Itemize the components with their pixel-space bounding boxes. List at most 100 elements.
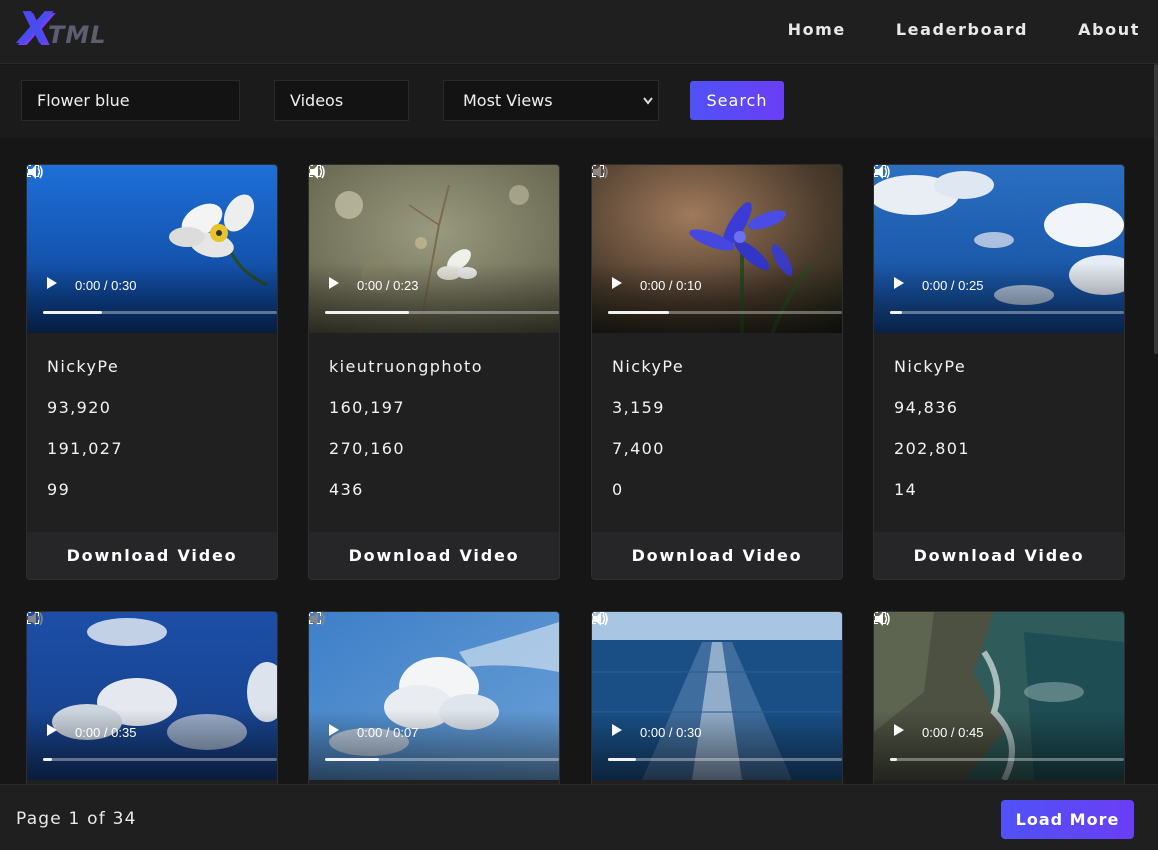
video-controls xyxy=(592,263,842,333)
video-info: NickyPe 3,159 7,400 0 xyxy=(612,357,684,521)
load-more-button[interactable]: Load More xyxy=(1001,800,1134,839)
video-card: 0:00 / 0:07 xyxy=(308,611,560,784)
sort-select[interactable]: Most Views xyxy=(443,80,659,121)
search-query-input[interactable]: Flower blue xyxy=(21,80,240,121)
play-icon[interactable] xyxy=(894,277,904,289)
video-author: kieutruongphoto xyxy=(329,357,483,376)
fullscreen-icon[interactable] xyxy=(592,165,604,177)
seek-bar[interactable] xyxy=(43,758,277,761)
video-controls xyxy=(27,710,277,780)
play-icon[interactable] xyxy=(894,724,904,736)
video-time: 0:00 / 0:30 xyxy=(75,278,137,293)
video-stat-2: 270,160 xyxy=(329,439,405,458)
video-controls xyxy=(592,710,842,780)
fullscreen-icon[interactable] xyxy=(874,612,886,624)
video-stat-1: 160,197 xyxy=(329,398,405,417)
seek-bar[interactable] xyxy=(890,758,1124,761)
nav-about-link[interactable]: About xyxy=(1078,20,1140,39)
fullscreen-icon[interactable] xyxy=(874,165,886,177)
video-player[interactable]: 0:00 / 0:10 xyxy=(592,165,842,333)
download-video-button[interactable]: Download Video xyxy=(592,532,842,579)
nav-home-link[interactable]: Home xyxy=(788,20,846,39)
logo-x-mark: X xyxy=(18,3,52,54)
fullscreen-icon[interactable] xyxy=(27,612,39,624)
seek-bar[interactable] xyxy=(43,311,277,314)
search-button[interactable]: Search xyxy=(690,81,784,120)
video-info: NickyPe 93,920 191,027 99 xyxy=(47,357,123,521)
video-time: 0:00 / 0:23 xyxy=(357,278,419,293)
search-bar: Flower blue Videos Most Views Search xyxy=(0,65,1158,138)
main-nav: Home Leaderboard About xyxy=(788,20,1140,39)
download-video-button[interactable]: Download Video xyxy=(27,532,277,579)
video-author: NickyPe xyxy=(612,357,685,376)
seek-bar[interactable] xyxy=(890,311,1124,314)
video-controls xyxy=(874,263,1124,333)
play-icon[interactable] xyxy=(329,724,339,736)
seek-bar-fill xyxy=(608,311,669,314)
seek-bar-fill xyxy=(43,311,102,314)
fullscreen-icon[interactable] xyxy=(309,165,321,177)
video-controls xyxy=(874,710,1124,780)
media-type-input[interactable]: Videos xyxy=(274,80,409,121)
video-stat-3: 0 xyxy=(612,480,624,499)
video-card: 0:00 / 0:23 kieutruongphoto 160,197 270,… xyxy=(308,164,560,580)
video-player[interactable]: 0:00 / 0:30 xyxy=(592,612,842,780)
video-card: 0:00 / 0:30 xyxy=(591,611,843,784)
video-player[interactable]: 0:00 / 0:45 xyxy=(874,612,1124,780)
download-video-button[interactable]: Download Video xyxy=(874,532,1124,579)
video-time: 0:00 / 0:07 xyxy=(357,725,419,740)
video-stat-3: 14 xyxy=(894,480,918,499)
play-icon[interactable] xyxy=(47,277,57,289)
seek-bar[interactable] xyxy=(608,311,842,314)
video-stat-2: 7,400 xyxy=(612,439,665,458)
download-video-button[interactable]: Download Video xyxy=(309,532,559,579)
page-indicator: Page 1 of 34 xyxy=(16,809,137,829)
fullscreen-icon[interactable] xyxy=(27,165,39,177)
chevron-down-icon xyxy=(642,81,654,136)
video-stat-1: 3,159 xyxy=(612,398,665,417)
video-grid: 0:00 / 0:30 NickyPe 93,920 191,027 99 Do… xyxy=(26,164,1126,784)
seek-bar-fill xyxy=(890,311,902,314)
seek-bar[interactable] xyxy=(608,758,842,761)
video-time: 0:00 / 0:35 xyxy=(75,725,137,740)
video-time: 0:00 / 0:25 xyxy=(922,278,984,293)
video-time: 0:00 / 0:30 xyxy=(640,725,702,740)
top-header: X TML Home Leaderboard About xyxy=(0,0,1158,64)
video-card: 0:00 / 0:25 NickyPe 94,836 202,801 14 Do… xyxy=(873,164,1125,580)
play-icon[interactable] xyxy=(329,277,339,289)
logo-wordmark: TML xyxy=(48,21,107,49)
video-player[interactable]: 0:00 / 0:30 xyxy=(27,165,277,333)
video-card: 0:00 / 0:30 NickyPe 93,920 191,027 99 Do… xyxy=(26,164,278,580)
app-root: X TML Home Leaderboard About Flower blue… xyxy=(0,0,1158,850)
play-icon[interactable] xyxy=(612,724,622,736)
seek-bar-fill xyxy=(890,758,898,761)
seek-bar-fill xyxy=(43,758,53,761)
video-stat-2: 202,801 xyxy=(894,439,970,458)
video-player[interactable]: 0:00 / 0:23 xyxy=(309,165,559,333)
fullscreen-icon[interactable] xyxy=(592,612,604,624)
seek-bar[interactable] xyxy=(325,758,559,761)
play-icon[interactable] xyxy=(612,277,622,289)
video-player[interactable]: 0:00 / 0:25 xyxy=(874,165,1124,333)
video-time: 0:00 / 0:10 xyxy=(640,278,702,293)
video-info: kieutruongphoto 160,197 270,160 436 xyxy=(329,357,483,521)
nav-leaderboard-link[interactable]: Leaderboard xyxy=(896,20,1028,39)
video-author: NickyPe xyxy=(894,357,967,376)
seek-bar-fill xyxy=(325,758,379,761)
video-time: 0:00 / 0:45 xyxy=(922,725,984,740)
video-player[interactable]: 0:00 / 0:35 xyxy=(27,612,277,780)
video-controls xyxy=(309,263,559,333)
video-card: 0:00 / 0:10 NickyPe 3,159 7,400 0 Downlo… xyxy=(591,164,843,580)
pagination-footer: Page 1 of 34 Load More xyxy=(0,784,1158,850)
video-stat-1: 93,920 xyxy=(47,398,112,417)
seek-bar-fill xyxy=(608,758,637,761)
play-icon[interactable] xyxy=(47,724,57,736)
site-logo[interactable]: X TML xyxy=(18,6,108,56)
video-info: NickyPe 94,836 202,801 14 xyxy=(894,357,970,521)
video-controls xyxy=(309,710,559,780)
seek-bar[interactable] xyxy=(325,311,559,314)
page-scrollbar[interactable] xyxy=(1154,64,1158,354)
fullscreen-icon[interactable] xyxy=(309,612,321,624)
video-card: 0:00 / 0:45 xyxy=(873,611,1125,784)
video-player[interactable]: 0:00 / 0:07 xyxy=(309,612,559,780)
